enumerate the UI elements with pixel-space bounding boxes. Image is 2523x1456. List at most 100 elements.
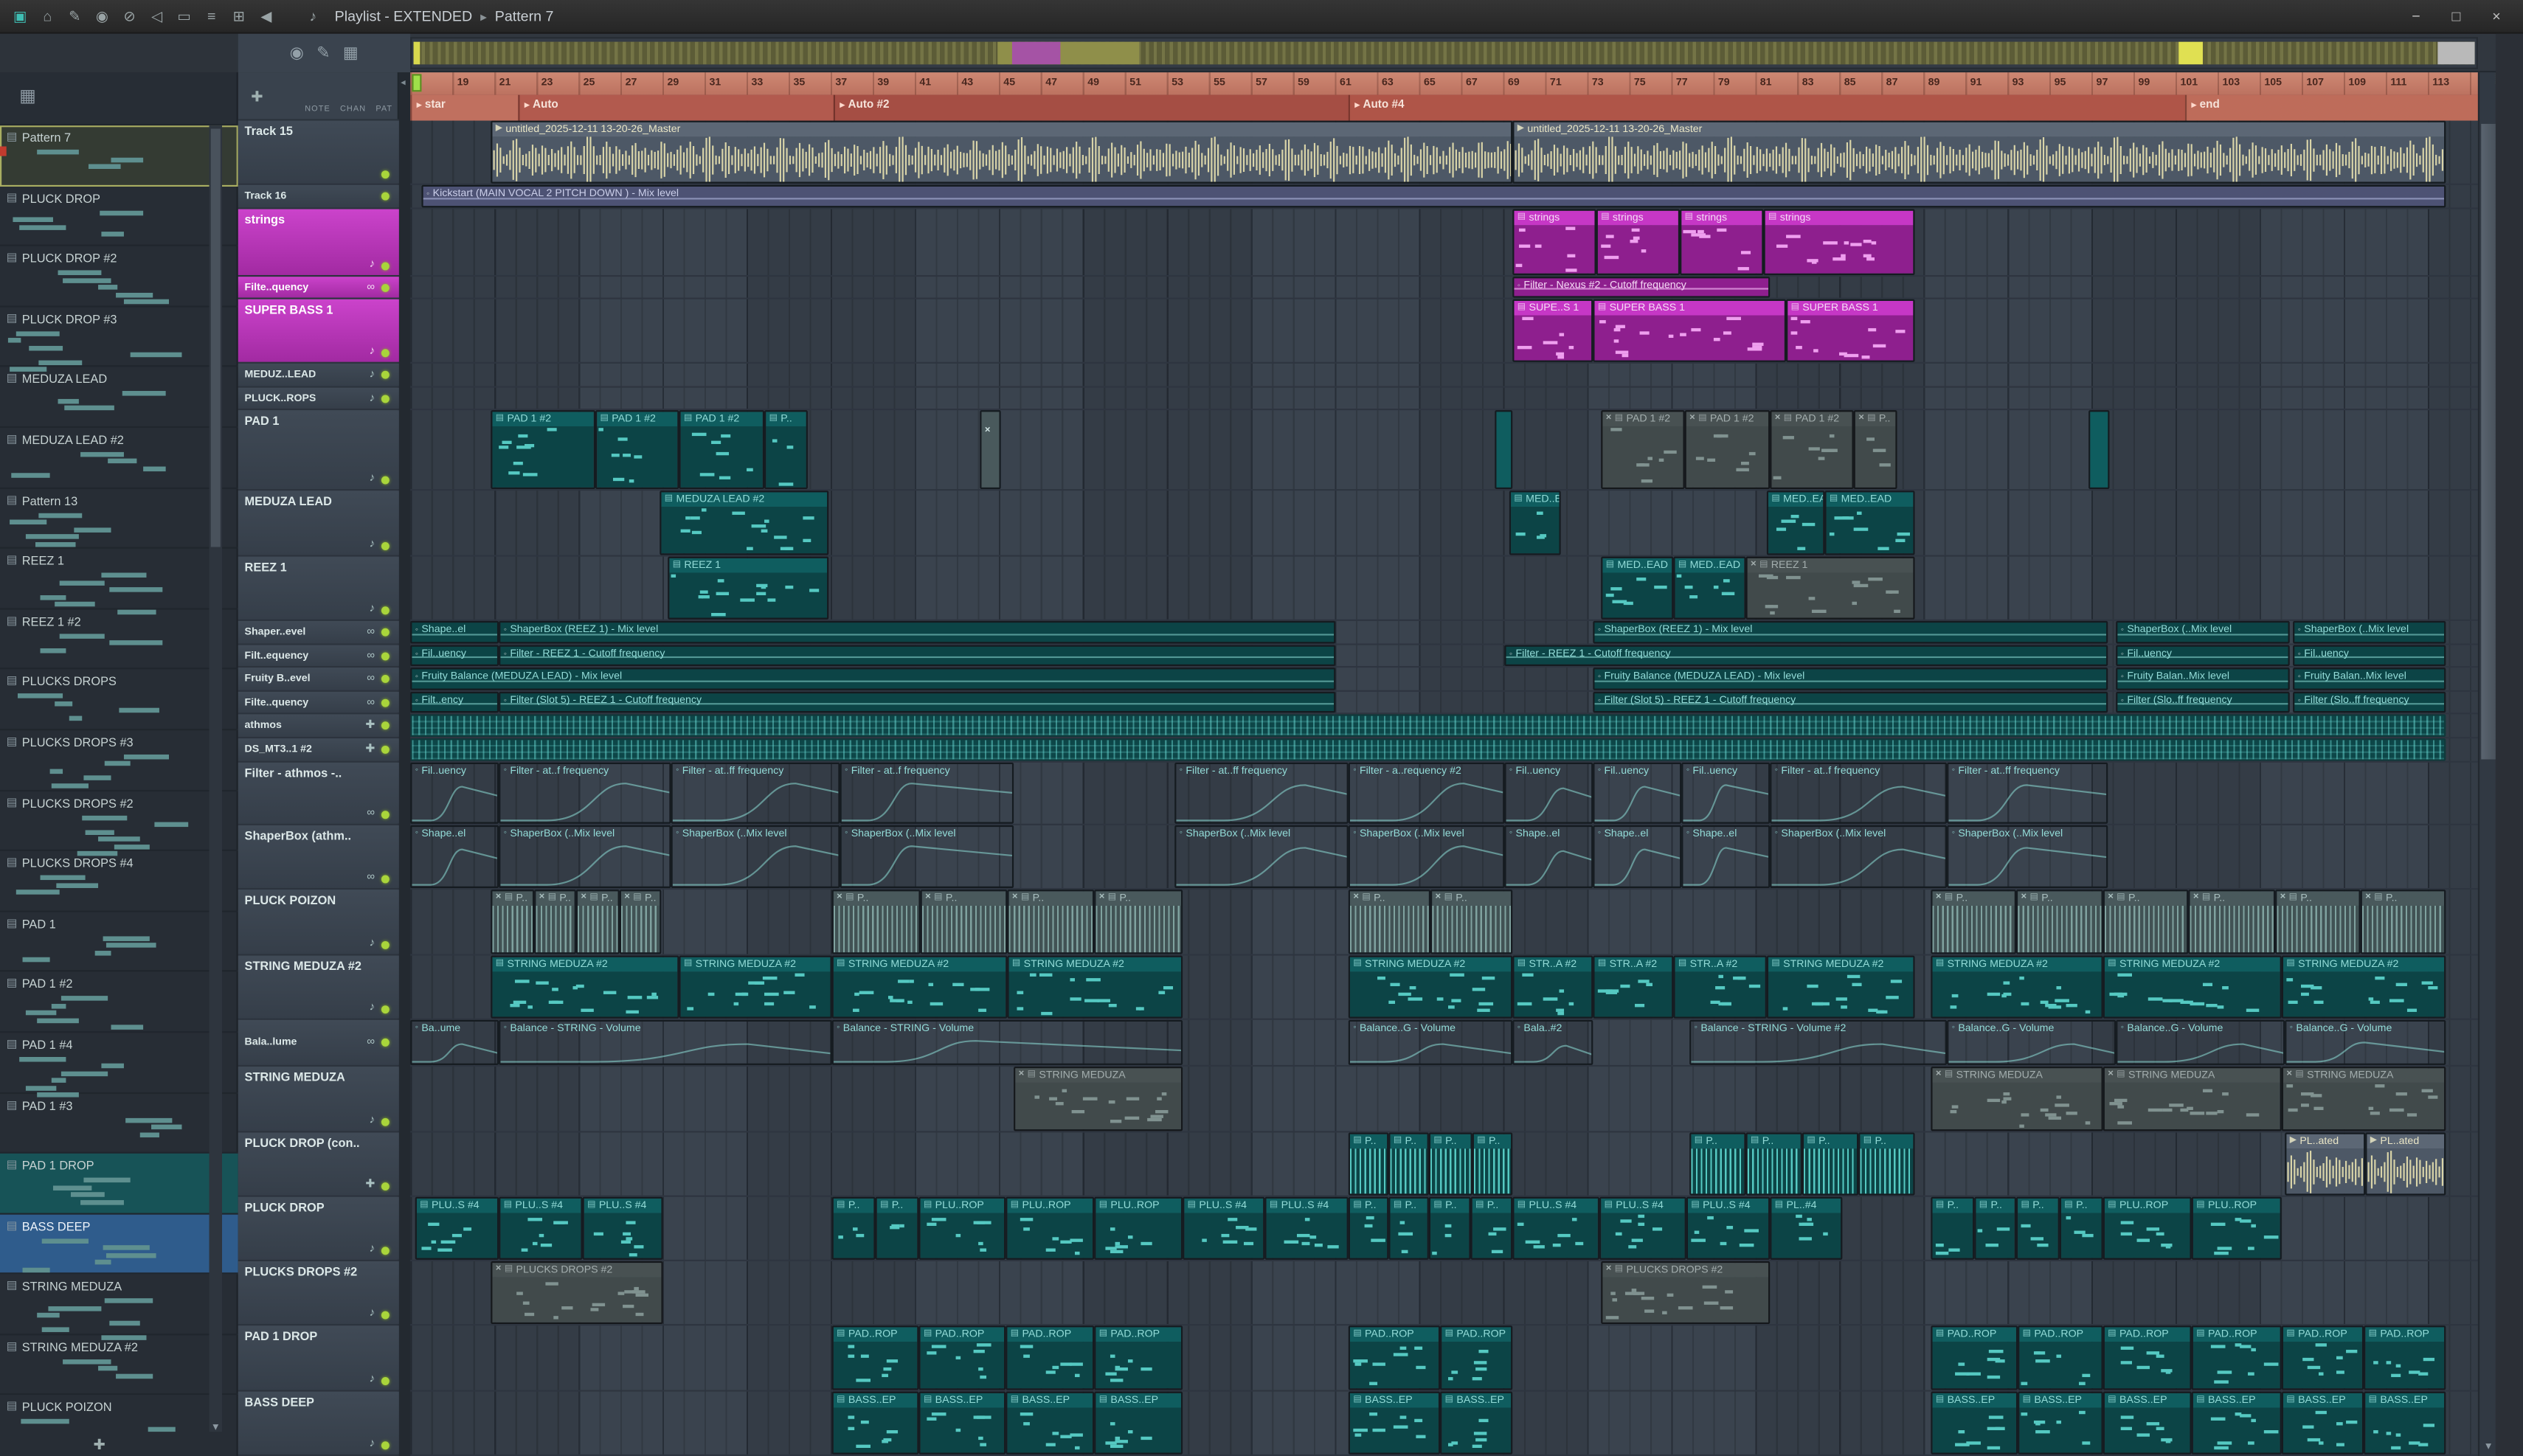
clip-filter-nexus-2-cutoff-frequency[interactable]: ◦ Filter - Nexus #2 - Cutoff frequency <box>1512 277 1771 298</box>
clip-med-ead[interactable]: ▤MED..EAD <box>1766 490 1825 555</box>
clip-balance-string-volume[interactable]: ◦ Balance - STRING - Volume <box>499 1019 832 1065</box>
clip-fruity-balan-mix-level[interactable]: ◦ Fruity Balan..Mix level <box>2293 668 2446 690</box>
pattern-item-pluck-drop-2[interactable]: ▤ PLUCK DROP #2 <box>0 246 238 308</box>
clip-shape-el[interactable]: ◦ Shape..el <box>1593 825 1682 888</box>
track-mute-led[interactable] <box>381 1182 390 1191</box>
pattern-item-pad-1-3[interactable]: ▤ PAD 1 #3 <box>0 1093 238 1154</box>
clip-p[interactable]: × ▤ P.. <box>534 890 576 954</box>
clip-p[interactable]: ▤ P.. <box>1388 1196 1429 1260</box>
home-icon[interactable]: ⌂ <box>34 4 61 28</box>
picker-grid-icon[interactable]: ▦ <box>19 86 36 106</box>
ruler-bar-numbers[interactable]: 19 21 23 25 27 29 31 33 35 37 39 41 43 45 47 49 51 53 55 57… <box>410 72 2478 95</box>
track-mute-led[interactable] <box>381 394 390 403</box>
track-header-super-bass-1[interactable]: SUPER BASS 1 ♪ <box>238 299 399 364</box>
clip-pad-rop[interactable]: ▤ PAD..ROP <box>2281 1325 2364 1390</box>
clip-fil-uency[interactable]: ◦ Fil..uency <box>1504 762 1593 824</box>
clip-bass-ep[interactable]: ▤ BASS..EP <box>831 1391 919 1455</box>
clip-shaperbox-mix-level[interactable]: ◦ ShaperBox (..Mix level <box>2116 620 2290 644</box>
clip-plucks-drops-2[interactable]: × ▤ PLUCKS DROPS #2 <box>1601 1261 1771 1325</box>
clip-balance-g-volume[interactable]: ◦ Balance..G - Volume <box>1947 1019 2117 1065</box>
track-header-reez-1[interactable]: REEZ 1 ♪ <box>238 556 399 621</box>
pattern-item-pattern-7[interactable]: ▤ Pattern 7 <box>0 125 238 187</box>
pattern-item-meduza-lead[interactable]: ▤ MEDUZA LEAD <box>0 367 238 429</box>
clip-p[interactable]: × ▤ P.. <box>2188 890 2276 954</box>
clip-p[interactable]: ▤ P.. <box>1348 1132 1389 1196</box>
clip-meduza-lead-2[interactable]: ▤ MEDUZA LEAD #2 <box>660 490 829 555</box>
track-header-shaperbox-athm[interactable]: ShaperBox (athm.. ∞ <box>238 825 399 890</box>
pattern-item-pad-1-drop[interactable]: ▤ PAD 1 DROP <box>0 1154 238 1215</box>
clip-str-a-2[interactable]: ▤ STR..A #2 <box>1512 955 1593 1019</box>
track-header-ds-mt3-1-2[interactable]: DS_MT3..1 #2 ✚ <box>238 738 399 763</box>
clip-strings[interactable]: ▤ strings <box>1763 209 1915 275</box>
clip-dense[interactable] <box>410 714 2446 737</box>
clip-plu-s-4[interactable]: ▤ PLU..S #4 <box>582 1196 663 1260</box>
clip-pad-rop[interactable]: ▤ PAD..ROP <box>1348 1325 1441 1390</box>
clip-bass-ep[interactable]: ▤ BASS..EP <box>1440 1391 1513 1455</box>
pattern-item-plucks-drops-4[interactable]: ▤ PLUCKS DROPS #4 <box>0 851 238 912</box>
track-mute-led[interactable] <box>381 349 390 358</box>
clip-pad-1-2[interactable]: × ▤ PAD 1 #2 <box>1601 410 1685 490</box>
clip-filter-slot-5-reez-1-cutoff-frequency[interactable]: ◦ Filter (Slot 5) - REEZ 1 - Cutoff frequ… <box>499 691 1336 713</box>
clip-filter-at-f-frequency[interactable]: ◦ Filter - at..f frequency <box>499 762 671 824</box>
clip-string-meduza-2[interactable]: ▤ STRING MEDUZA #2 <box>1931 955 2103 1019</box>
clip-med-ead[interactable]: ▤MED..EAD <box>1509 490 1561 555</box>
clip-tiny[interactable]: × <box>980 410 1001 490</box>
playlist-grid[interactable]: ▶ untitled_2025-12-11 13-20-26_Master ▶ unt… <box>410 120 2478 1456</box>
clip-tiny[interactable] <box>1495 410 1513 490</box>
clip-balance-string-volume[interactable]: ◦ Balance - STRING - Volume <box>831 1019 1183 1065</box>
pattern-item-bass-deep[interactable]: ▤ BASS DEEP <box>0 1214 238 1275</box>
clip-untitled-2025-12-11-13-20-26-master[interactable]: ▶ untitled_2025-12-11 13-20-26_Master <box>491 120 1513 184</box>
clip-pad-rop[interactable]: ▤ PAD..ROP <box>1440 1325 1513 1390</box>
track-mute-led[interactable] <box>381 1377 390 1385</box>
clip-plu-s-4[interactable]: ▤ PLU..S #4 <box>1686 1196 1771 1260</box>
clip-p[interactable]: ▤ P.. <box>2015 1196 2060 1260</box>
tools-icon[interactable]: ✎ <box>61 4 89 28</box>
track-header-filter-athmos[interactable]: Filter - athmos -.. ∞ <box>238 762 399 825</box>
pattern-list-scrollbar[interactable] <box>209 125 222 1432</box>
pattern-item-plucks-drops[interactable]: ▤ PLUCKS DROPS <box>0 670 238 731</box>
clip-strings[interactable]: ▤ strings <box>1596 209 1681 275</box>
playlist-overview-scrollbar[interactable] <box>410 37 2478 69</box>
clip-p[interactable]: × ▤ P.. <box>2015 890 2103 954</box>
clip-pad-1-2[interactable]: ▤ PAD 1 #2 <box>595 410 679 490</box>
clip-med-ead[interactable]: ▤MED..EAD <box>1824 490 1915 555</box>
clip-bass-ep[interactable]: ▤ BASS..EP <box>2018 1391 2103 1455</box>
clip-pad-rop[interactable]: ▤ PAD..ROP <box>2102 1325 2192 1390</box>
clip-pad-rop[interactable]: ▤ PAD..ROP <box>2364 1325 2446 1390</box>
clip-plu-rop[interactable]: ▤ PLU..ROP <box>918 1196 1006 1260</box>
vertical-scrollbar[interactable]: ▾ <box>2477 72 2496 1456</box>
track-header-meduz-lead[interactable]: MEDUZ..LEAD ♪ <box>238 363 399 388</box>
clip-filter-at-ff-frequency[interactable]: ◦ Filter - at..ff frequency <box>671 762 840 824</box>
clip-string-meduza-2[interactable]: ▤ STRING MEDUZA #2 <box>2281 955 2446 1019</box>
track-mute-led[interactable] <box>381 1005 390 1014</box>
clip-shaperbox-mix-level[interactable]: ◦ ShaperBox (..Mix level <box>1947 825 2108 888</box>
clip-pad-1-2[interactable]: × ▤ PAD 1 #2 <box>1684 410 1771 490</box>
clip-shape-el[interactable]: ◦ Shape..el <box>1504 825 1593 888</box>
clip-shaperbox-mix-level[interactable]: ◦ ShaperBox (..Mix level <box>1174 825 1349 888</box>
clip-strings[interactable]: ▤ strings <box>1680 209 1764 275</box>
clip-strings[interactable]: ▤ strings <box>1512 209 1596 275</box>
track-mute-led[interactable] <box>381 1311 390 1320</box>
add-track-icon[interactable]: ✚ <box>251 89 263 106</box>
marker-star[interactable]: ▸ star <box>410 94 519 121</box>
clip-bass-ep[interactable]: ▤ BASS..EP <box>1094 1391 1183 1455</box>
clip-pl-4[interactable]: ▤ PL..#4 <box>1770 1196 1843 1260</box>
pattern-item-reez-1-2[interactable]: ▤ REEZ 1 #2 <box>0 609 238 670</box>
track-header-pad-1-drop[interactable]: PAD 1 DROP ♪ <box>238 1325 399 1392</box>
track-header-pluck-drop-con[interactable]: PLUCK DROP (con.. ✚ <box>238 1132 399 1197</box>
clip-p[interactable]: × ▤ P.. <box>1348 890 1431 954</box>
clip-bass-ep[interactable]: ▤ BASS..EP <box>1348 1391 1441 1455</box>
clip-super-bass-1[interactable]: ▤ SUPER BASS 1 <box>1786 299 1915 362</box>
clip-shaperbox-reez-1-mix-level[interactable]: ◦ ShaperBox (REEZ 1) - Mix level <box>499 620 1336 644</box>
track-mute-led[interactable] <box>381 370 390 379</box>
clip-p[interactable]: ▤ P.. <box>1472 1132 1513 1196</box>
clip-bass-ep[interactable]: ▤ BASS..EP <box>1006 1391 1095 1455</box>
clip-string-meduza[interactable]: × ▤ STRING MEDUZA <box>2102 1067 2282 1131</box>
volume-icon[interactable]: ◀ <box>252 4 280 28</box>
clip-bass-ep[interactable]: ▤ BASS..EP <box>2364 1391 2446 1455</box>
clip-plu-s-4[interactable]: ▤ PLU..S #4 <box>415 1196 499 1260</box>
pattern-item-string-meduza-2[interactable]: ▤ STRING MEDUZA #2 <box>0 1335 238 1396</box>
clip-fruity-balan-mix-level[interactable]: ◦ Fruity Balan..Mix level <box>2116 668 2290 690</box>
pencil-tool-icon[interactable]: ✎ <box>316 44 330 62</box>
clip-p[interactable]: × ▤ P.. <box>1007 890 1095 954</box>
